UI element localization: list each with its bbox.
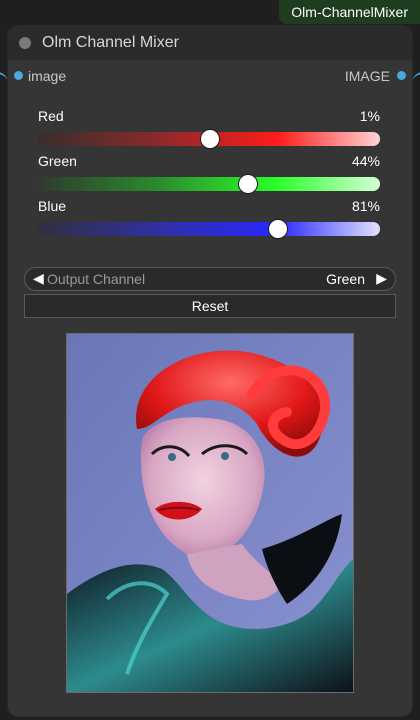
left-connection-wire [0,72,8,134]
green-label: Green [38,153,77,169]
portrait-image [67,334,353,692]
reset-button[interactable]: Reset [24,294,396,318]
blue-slider-thumb[interactable] [268,219,289,239]
blue-slider[interactable] [38,219,380,239]
image-preview [66,333,354,693]
red-label: Red [38,108,64,124]
input-slot-label: image [28,68,67,84]
chevron-left-icon[interactable]: ◀ [33,270,44,287]
output-channel-value: Green [326,271,365,287]
node-type-tag: Olm-ChannelMixer [279,0,420,24]
blue-label: Blue [38,198,67,214]
node-title: Olm Channel Mixer [42,34,179,51]
output-channel-combo[interactable]: ◀ Output Channel Green ▶ [24,267,396,291]
output-slot-label: IMAGE [344,68,390,84]
red-slider-thumb[interactable] [200,129,220,149]
title-dot-icon[interactable] [19,37,31,49]
output-channel-label: Output Channel [47,271,146,287]
red-slider[interactable] [38,129,380,149]
red-value: 1% [359,108,380,124]
chevron-right-icon[interactable]: ▶ [376,270,387,287]
channel-mixer-node[interactable]: Olm Channel Mixer image IMAGE Red 1% Gre… [8,26,412,716]
blue-value: 81% [351,198,380,214]
right-connection-wire [412,72,420,134]
green-slider[interactable] [38,174,380,194]
input-slot-icon[interactable] [14,71,23,80]
green-value: 44% [351,153,380,169]
green-slider-thumb[interactable] [237,174,258,194]
output-slot-icon[interactable] [397,71,406,80]
node-header[interactable]: Olm Channel Mixer [8,26,412,60]
